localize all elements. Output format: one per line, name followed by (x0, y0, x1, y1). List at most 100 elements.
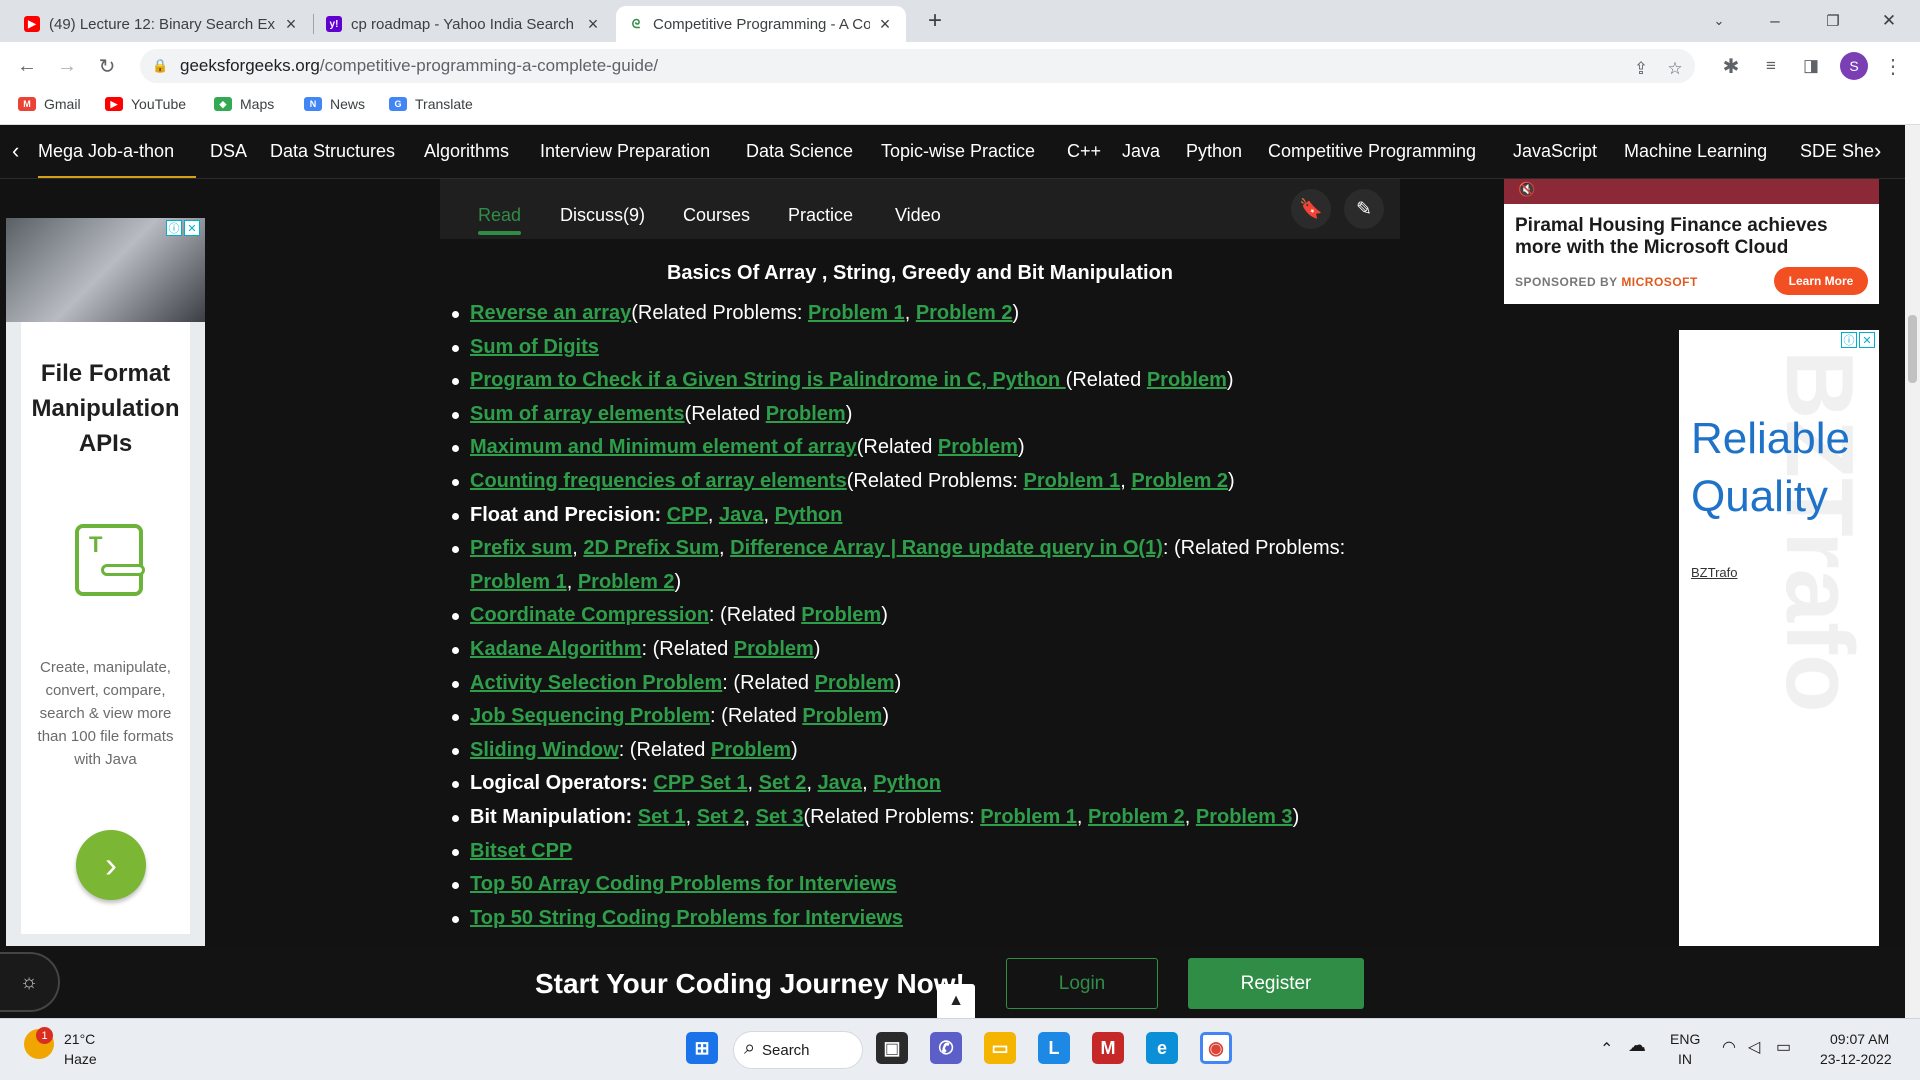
profile-avatar[interactable]: S (1840, 52, 1868, 80)
nav-item-dsa[interactable]: DSA (210, 141, 247, 162)
topic-link[interactable]: Top 50 Array Coding Problems for Intervi… (470, 873, 897, 895)
learn-more-button[interactable]: Learn More (1774, 267, 1868, 295)
nav-item-sde-sheet[interactable]: SDE She (1800, 141, 1878, 162)
topic-link[interactable]: 2D Prefix Sum (583, 537, 719, 559)
topic-link[interactable]: Set 3 (756, 806, 804, 828)
tab-search-chevron-icon[interactable]: ⌄ (1696, 0, 1742, 42)
share-icon[interactable]: ⇪ (1628, 56, 1654, 82)
bookmark-news[interactable]: N News (304, 96, 365, 112)
topic-link[interactable]: Sum of Digits (470, 336, 599, 358)
topic-link[interactable]: Program to Check if a Given String is Pa… (470, 369, 1066, 391)
bookmark-translate[interactable]: G Translate (389, 96, 473, 112)
extensions-icon[interactable]: ✱ (1716, 51, 1746, 81)
wifi-icon[interactable]: ◠ (1722, 1037, 1736, 1057)
browser-tab-gfg[interactable]: ᘓ Competitive Programming - A Co × (616, 6, 906, 42)
topic-link[interactable]: Problem 2 (1088, 806, 1185, 828)
close-tab-icon[interactable]: × (584, 14, 602, 35)
bookmark-gmail[interactable]: M Gmail (18, 96, 81, 112)
bookmark-icon[interactable]: 🔖 (1291, 189, 1331, 229)
topic-link[interactable]: Sliding Window (470, 739, 619, 761)
tab-discuss[interactable]: Discuss(9) (560, 205, 645, 226)
new-tab-button[interactable]: + (920, 6, 950, 36)
page-scrollbar[interactable] (1905, 125, 1920, 1018)
microsoft-ad[interactable]: 🔇 Piramal Housing Finance achieves more … (1504, 179, 1879, 304)
topic-link[interactable]: Problem 3 (1196, 806, 1293, 828)
topic-link[interactable]: Problem (938, 436, 1018, 458)
onedrive-icon[interactable]: ☁ (1628, 1035, 1646, 1056)
edit-pencil-icon[interactable]: ✎ (1344, 189, 1384, 229)
topic-link[interactable]: Prefix sum (470, 537, 572, 559)
topic-link[interactable]: Problem (766, 403, 846, 425)
ad-arrow-button[interactable]: › (76, 830, 146, 900)
clock-time[interactable]: 09:07 AM (1830, 1031, 1889, 1047)
nav-left-chevron-icon[interactable]: ‹ (12, 138, 19, 164)
chrome-icon[interactable]: ◉ (1200, 1032, 1232, 1064)
ad-choices[interactable]: ⓘ ✕ (1841, 332, 1875, 348)
forward-icon[interactable]: → (52, 51, 82, 81)
right-ad[interactable]: BZTrafo ⓘ ✕ Reliable Quality BZTrafo (1679, 330, 1879, 946)
topic-link[interactable]: CPP Set 1 (653, 772, 747, 794)
topic-link[interactable]: Activity Selection Problem (470, 672, 722, 694)
nav-item-mega-job-a-thon[interactable]: Mega Job-a-thon (38, 141, 174, 162)
bookmark-maps[interactable]: ◆ Maps (214, 96, 274, 112)
browser-tab-yahoo[interactable]: y! cp roadmap - Yahoo India Search × (314, 6, 614, 42)
topic-link[interactable]: Problem 1 (808, 302, 905, 324)
tab-read[interactable]: Read (478, 205, 522, 235)
file-explorer-icon[interactable]: ▭ (984, 1032, 1016, 1064)
nav-item-cpp[interactable]: C++ (1067, 141, 1101, 162)
topic-link[interactable]: CPP (667, 504, 708, 526)
reading-list-icon[interactable]: ≡ (1756, 51, 1786, 81)
topic-link[interactable]: Set 2 (697, 806, 745, 828)
topic-link[interactable]: Problem 2 (916, 302, 1013, 324)
teams-chat-icon[interactable]: ✆ (930, 1032, 962, 1064)
topic-link[interactable]: Python (775, 504, 843, 526)
topic-link[interactable]: Coordinate Compression (470, 604, 709, 626)
topic-link[interactable]: Reverse an array (470, 302, 631, 324)
nav-item-data-science[interactable]: Data Science (746, 141, 853, 162)
windows-start-icon[interactable]: ⊞ (686, 1032, 718, 1064)
topic-link[interactable]: Problem (1147, 369, 1227, 391)
close-tab-icon[interactable]: × (876, 14, 894, 35)
taskbar-search[interactable]: Search (733, 1031, 863, 1069)
topic-link[interactable]: Set 1 (638, 806, 686, 828)
nav-item-competitive-programming[interactable]: Competitive Programming (1268, 141, 1476, 162)
left-ad[interactable]: ⓘ ✕ File Format Manipulation APIs T Creat… (6, 218, 205, 946)
topic-link[interactable]: Java (818, 772, 863, 794)
topic-link[interactable]: Problem 1 (980, 806, 1077, 828)
topic-link[interactable]: Kadane Algorithm (470, 638, 642, 660)
task-view-icon[interactable]: ▣ (876, 1032, 908, 1064)
language-indicator[interactable]: ENG (1670, 1031, 1700, 1047)
theme-settings-icon[interactable]: ☼ (0, 952, 60, 1012)
edge-icon[interactable]: e (1146, 1032, 1178, 1064)
topic-link[interactable]: Java (719, 504, 764, 526)
side-panel-icon[interactable]: ◨ (1796, 51, 1826, 81)
topic-link[interactable]: Top 50 String Coding Problems for Interv… (470, 907, 903, 929)
topic-link[interactable]: Problem (802, 705, 882, 727)
volume-icon[interactable]: ◁ (1748, 1037, 1760, 1057)
topic-link[interactable]: Set 2 (759, 772, 807, 794)
ad-brand-link[interactable]: BZTrafo (1691, 565, 1737, 580)
nav-item-data-structures[interactable]: Data Structures (270, 141, 395, 162)
nav-item-java[interactable]: Java (1122, 141, 1160, 162)
bookmark-youtube[interactable]: ▶ YouTube (105, 96, 186, 112)
restore-icon[interactable]: ❐ (1810, 0, 1856, 42)
topic-link[interactable]: Problem 2 (1131, 470, 1228, 492)
nav-item-algorithms[interactable]: Algorithms (424, 141, 509, 162)
nav-right-chevron-icon[interactable]: › (1874, 138, 1881, 164)
topic-link[interactable]: Difference Array | Range update query in… (730, 537, 1163, 559)
l-app-icon[interactable]: L (1038, 1032, 1070, 1064)
bookmark-star-icon[interactable]: ☆ (1662, 56, 1688, 82)
topic-link[interactable]: Bitset CPP (470, 840, 572, 862)
tab-video[interactable]: Video (895, 205, 941, 226)
tab-courses[interactable]: Courses (683, 205, 750, 226)
scrollbar-thumb[interactable] (1908, 315, 1917, 383)
topic-link[interactable]: Problem 2 (578, 571, 675, 593)
battery-icon[interactable]: ▭ (1776, 1037, 1791, 1057)
register-button[interactable]: Register (1188, 958, 1364, 1009)
minimize-icon[interactable]: – (1752, 0, 1798, 42)
topic-link[interactable]: Problem (815, 672, 895, 694)
topic-link[interactable]: Problem 1 (470, 571, 567, 593)
topic-link[interactable]: Python (873, 772, 941, 794)
close-window-icon[interactable]: ✕ (1866, 0, 1912, 42)
reload-icon[interactable]: ↻ (92, 51, 122, 81)
